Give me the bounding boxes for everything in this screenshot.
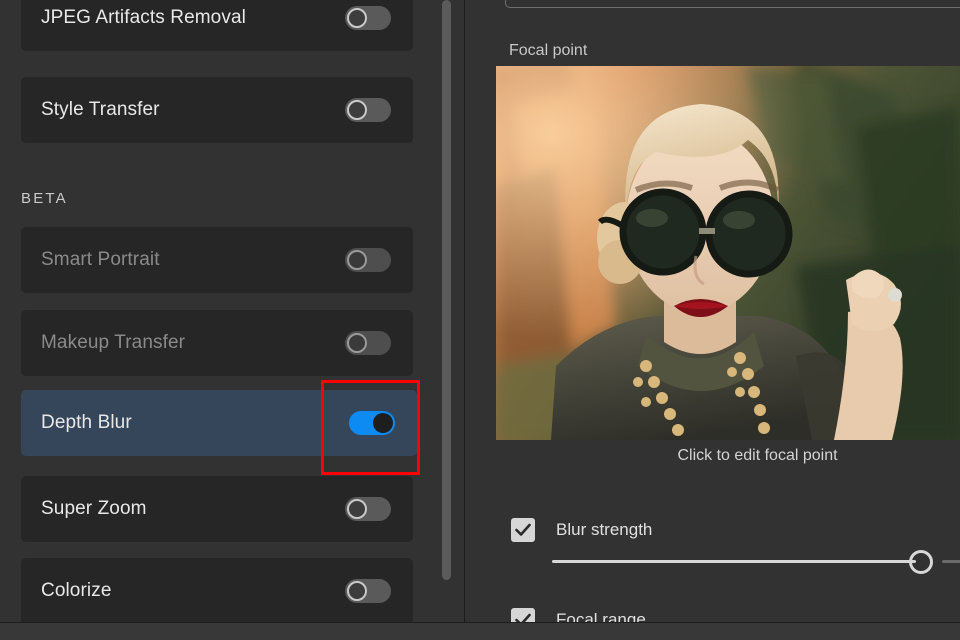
depth-blur-options-panel: Focal point Click to edit focal point Bl…: [465, 0, 960, 622]
filter-row-smart-portrait[interactable]: Smart Portrait: [21, 227, 413, 293]
filter-label: Style Transfer: [41, 99, 160, 120]
control-label: Focal range: [556, 610, 646, 622]
filter-row-super-zoom[interactable]: Super Zoom: [21, 476, 413, 542]
toggle-switch-icon[interactable]: [345, 6, 391, 30]
toggle-knob: [347, 250, 367, 270]
toggle-knob: [347, 100, 367, 120]
filter-label: Smart Portrait: [41, 249, 160, 270]
toggle-switch-icon[interactable]: [345, 579, 391, 603]
toggle-switch-icon[interactable]: [349, 411, 395, 435]
check-icon: [515, 523, 531, 536]
control-label: Blur strength: [556, 520, 653, 539]
focal-point-label: Focal point: [509, 42, 588, 59]
filter-label: Colorize: [41, 580, 112, 601]
portrait-photo: [496, 66, 960, 440]
checkbox-focal-range[interactable]: [511, 608, 535, 622]
checkbox-blur-strength[interactable]: [511, 518, 535, 542]
blur-strength-slider[interactable]: [552, 550, 960, 574]
slider-handle-icon[interactable]: [909, 550, 933, 574]
focal-point-hint: Click to edit focal point: [677, 447, 838, 464]
neural-filters-window: JPEG Artifacts Removal Style Transfer Smar…: [0, 0, 960, 640]
filter-row-makeup-transfer[interactable]: Makeup Transfer: [21, 310, 413, 376]
control-row-focal-range[interactable]: Focal range: [511, 608, 646, 622]
status-bar: [0, 622, 960, 640]
toggle-knob: [373, 413, 393, 433]
control-row-blur-strength[interactable]: Blur strength: [511, 518, 652, 542]
slider-track-fill: [552, 560, 916, 563]
filter-label: Super Zoom: [41, 498, 147, 519]
toggle-switch-icon: [345, 331, 391, 355]
toggle-knob: [347, 499, 367, 519]
preset-dropdown[interactable]: [505, 0, 960, 8]
filter-row-style-transfer[interactable]: Style Transfer: [21, 77, 413, 143]
toggle-knob: [347, 8, 367, 28]
toggle-knob: [347, 581, 367, 601]
toggle-switch-icon: [345, 248, 391, 272]
filter-label: Makeup Transfer: [41, 332, 186, 353]
sidebar-scrollbar-thumb[interactable]: [442, 0, 451, 580]
filter-label: Depth Blur: [41, 412, 132, 433]
check-icon: [515, 613, 531, 622]
filter-row-colorize[interactable]: Colorize: [21, 558, 413, 622]
focal-point-preview-image[interactable]: [496, 66, 960, 440]
toggle-knob: [347, 333, 367, 353]
filter-label: JPEG Artifacts Removal: [41, 7, 246, 28]
filter-row-jpeg-artifacts-removal[interactable]: JPEG Artifacts Removal: [21, 0, 413, 51]
filter-row-depth-blur[interactable]: Depth Blur: [21, 390, 417, 456]
toggle-switch-icon[interactable]: [345, 497, 391, 521]
filters-sidebar: JPEG Artifacts Removal Style Transfer Smar…: [0, 0, 436, 622]
toggle-switch-icon[interactable]: [345, 98, 391, 122]
section-header-beta: BETA: [21, 190, 68, 207]
slider-track-remainder: [942, 560, 960, 563]
